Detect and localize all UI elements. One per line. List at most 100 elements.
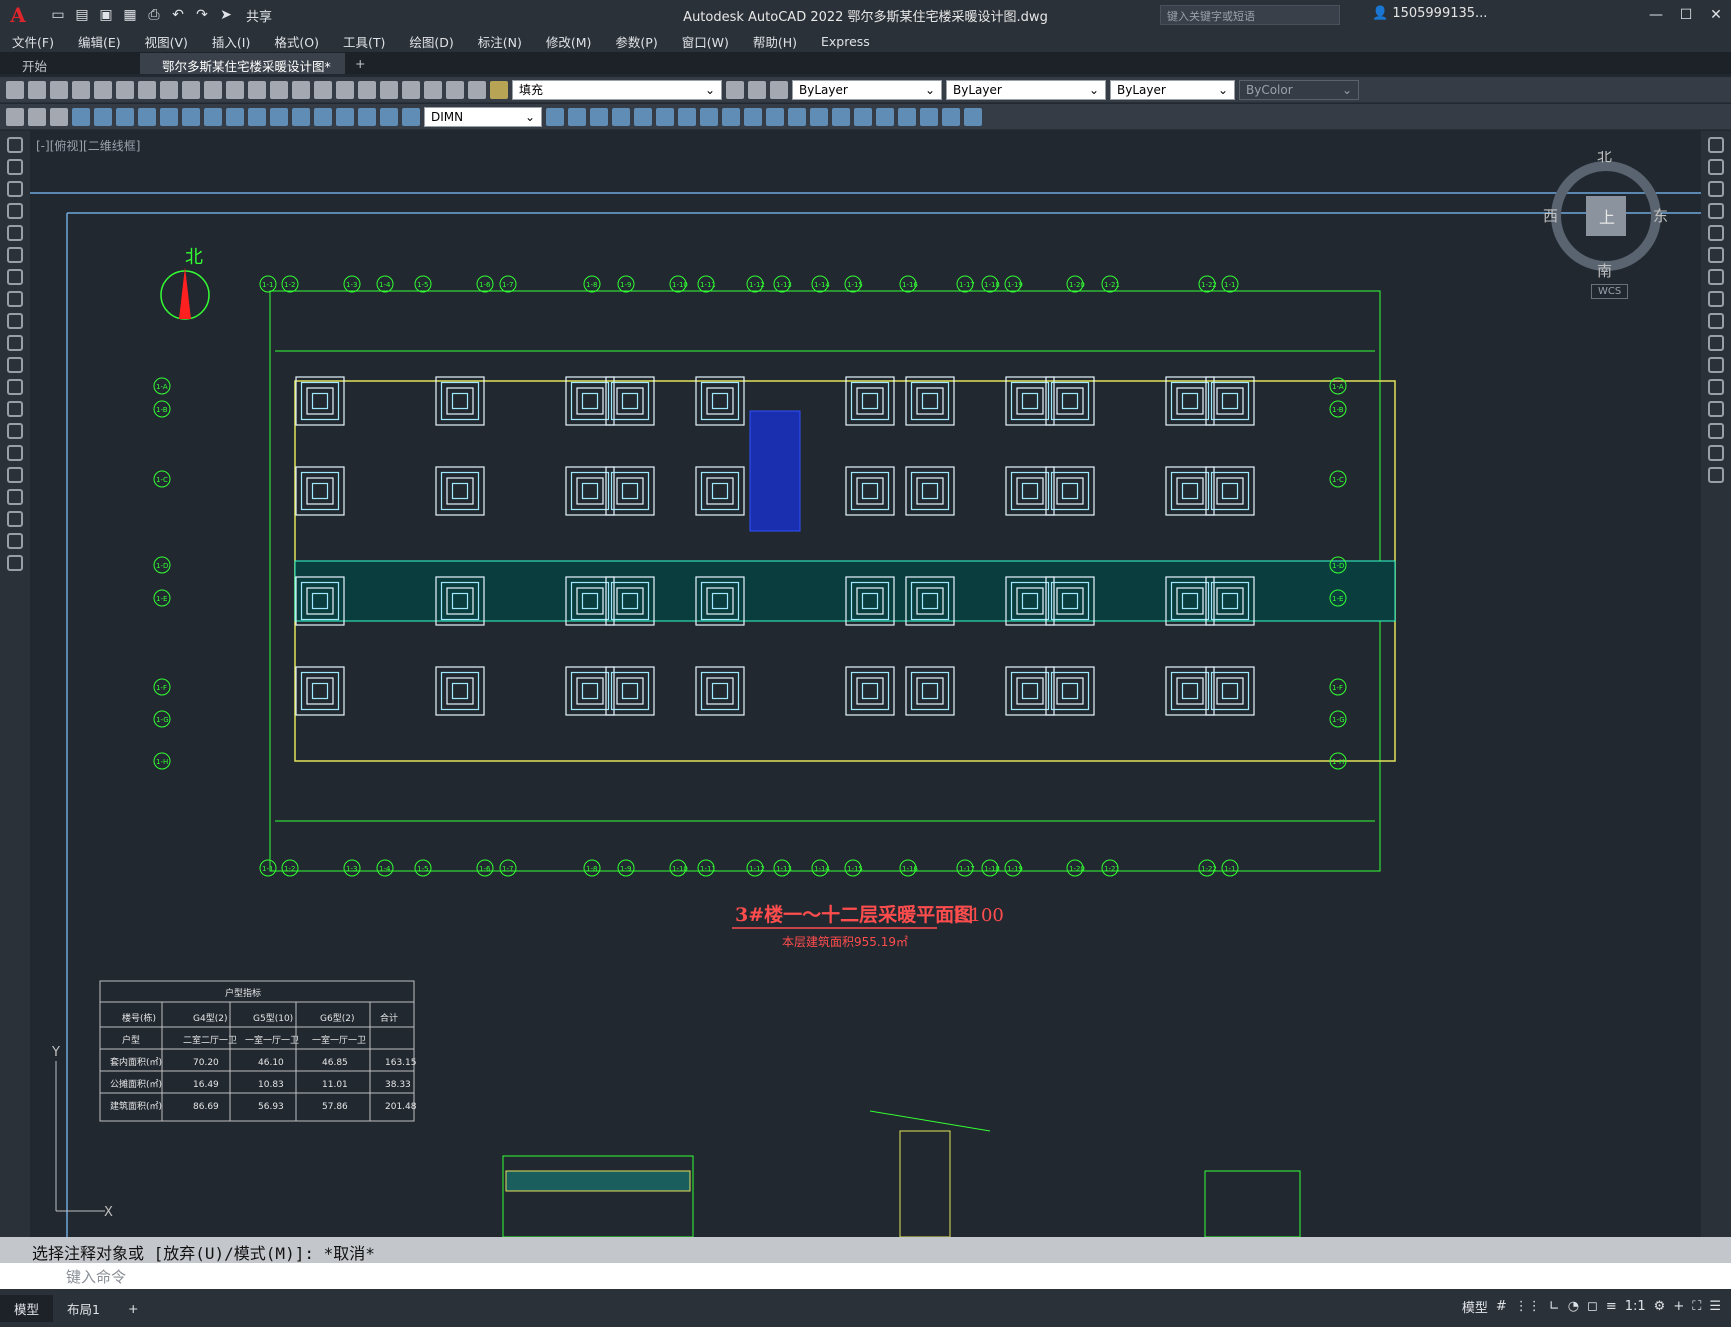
tool-icon[interactable]: [380, 80, 398, 99]
save-icon[interactable]: ▣: [96, 5, 116, 25]
modify-icon[interactable]: [942, 107, 960, 126]
menu-format[interactable]: 格式(O): [262, 32, 331, 51]
polar-icon[interactable]: ◔: [1568, 1299, 1579, 1314]
add-layout-button[interactable]: +: [114, 1297, 152, 1320]
dimension-icon[interactable]: [380, 107, 398, 126]
add-selected-icon[interactable]: [7, 555, 23, 571]
dimension-icon[interactable]: [292, 107, 310, 126]
command-input[interactable]: 键入命令: [0, 1263, 1731, 1289]
minimize-icon[interactable]: —: [1641, 0, 1671, 30]
tool-icon[interactable]: [336, 80, 354, 99]
point-icon[interactable]: [7, 423, 23, 439]
circle-icon[interactable]: [7, 269, 23, 285]
tool-icon[interactable]: [402, 80, 420, 99]
make-block-icon[interactable]: [7, 401, 23, 417]
undo-icon[interactable]: ↶: [168, 5, 188, 25]
search-input[interactable]: 键入关键字或短语: [1160, 5, 1340, 25]
tool-icon[interactable]: [468, 80, 486, 99]
gear-icon[interactable]: ⚙: [1654, 1299, 1666, 1314]
dimension-icon[interactable]: [358, 107, 376, 126]
linetype-dropdown[interactable]: ByLayer ⌄: [946, 79, 1106, 100]
ellipse-icon[interactable]: [7, 335, 23, 351]
insert-block-icon[interactable]: [7, 379, 23, 395]
dimension-icon[interactable]: [116, 107, 134, 126]
share-button[interactable]: 共享: [246, 6, 272, 25]
tool-icon[interactable]: [94, 80, 112, 99]
viewcube[interactable]: 上 北 南 东 西 WCS: [1541, 147, 1671, 299]
dimension-icon[interactable]: [314, 107, 332, 126]
menu-edit[interactable]: 编辑(E): [66, 32, 133, 51]
modify-icon[interactable]: [744, 107, 762, 126]
user-account[interactable]: 👤 1505999135...: [1372, 6, 1487, 21]
menu-help[interactable]: 帮助(H): [741, 32, 809, 51]
tool-icon[interactable]: [50, 107, 68, 126]
color-dropdown[interactable]: ByLayer ⌄: [792, 79, 942, 100]
tool-icon[interactable]: [358, 80, 376, 99]
fullscreen-icon[interactable]: ⛶: [1692, 1299, 1701, 1314]
dimension-icon[interactable]: [248, 107, 266, 126]
construction-line-icon[interactable]: [7, 159, 23, 175]
close-icon[interactable]: ✕: [1701, 0, 1731, 30]
saveas-icon[interactable]: ▦: [120, 5, 140, 25]
modify-icon[interactable]: [590, 107, 608, 126]
modify-icon[interactable]: [612, 107, 630, 126]
app-logo[interactable]: A: [0, 0, 36, 30]
polygon-icon[interactable]: [7, 203, 23, 219]
dimension-icon[interactable]: [336, 107, 354, 126]
modify-icon[interactable]: [546, 107, 564, 126]
menu-window[interactable]: 窗口(W): [670, 32, 741, 51]
spline-icon[interactable]: [7, 313, 23, 329]
tool-icon[interactable]: [6, 80, 24, 99]
polyline-icon[interactable]: [7, 181, 23, 197]
tool-icon[interactable]: [50, 80, 68, 99]
tool-icon[interactable]: [314, 80, 332, 99]
region-icon[interactable]: [7, 489, 23, 505]
text-icon[interactable]: [7, 533, 23, 549]
chamfer-icon[interactable]: [1708, 423, 1724, 439]
dimstyle-dropdown[interactable]: DIMN ⌄: [424, 106, 542, 127]
share-icon[interactable]: ➤: [216, 5, 236, 25]
tool-icon[interactable]: [270, 80, 288, 99]
modify-icon[interactable]: [832, 107, 850, 126]
modify-icon[interactable]: [810, 107, 828, 126]
rectangle-icon[interactable]: [7, 225, 23, 241]
tool-icon[interactable]: [28, 80, 46, 99]
grid-icon[interactable]: #: [1496, 1299, 1507, 1314]
layer-state-icon[interactable]: [490, 80, 508, 99]
tool-icon[interactable]: [248, 80, 266, 99]
modify-icon[interactable]: [634, 107, 652, 126]
menu-express[interactable]: Express: [809, 34, 882, 49]
plot-icon[interactable]: ⎙: [144, 5, 164, 25]
tool-icon[interactable]: [446, 80, 464, 99]
menu-file[interactable]: 文件(F): [0, 32, 66, 51]
tool-icon[interactable]: [182, 80, 200, 99]
maximize-icon[interactable]: ☐: [1671, 0, 1701, 30]
modify-icon[interactable]: [788, 107, 806, 126]
hatch-icon[interactable]: [7, 445, 23, 461]
dimension-icon[interactable]: [270, 107, 288, 126]
trim-icon[interactable]: [1708, 335, 1724, 351]
dimension-icon[interactable]: [138, 107, 156, 126]
ortho-icon[interactable]: ∟: [1549, 1299, 1560, 1314]
modify-icon[interactable]: [920, 107, 938, 126]
fillet-icon[interactable]: [1708, 445, 1724, 461]
new-tab-button[interactable]: +: [345, 53, 375, 74]
stretch-icon[interactable]: [1708, 313, 1724, 329]
tool-icon[interactable]: [726, 80, 744, 99]
modify-icon[interactable]: [898, 107, 916, 126]
model-space-button[interactable]: 模型: [1462, 1297, 1488, 1316]
tab-start[interactable]: 开始: [0, 53, 140, 74]
revcloud-icon[interactable]: [7, 291, 23, 307]
erase-icon[interactable]: [1708, 137, 1724, 153]
redo-icon[interactable]: ↷: [192, 5, 212, 25]
open-icon[interactable]: ▤: [72, 5, 92, 25]
ellipse-arc-icon[interactable]: [7, 357, 23, 373]
join-icon[interactable]: [1708, 401, 1724, 417]
menu-view[interactable]: 视图(V): [133, 32, 200, 51]
dimension-icon[interactable]: [160, 107, 178, 126]
modify-icon[interactable]: [700, 107, 718, 126]
wcs-menu[interactable]: WCS: [1591, 284, 1629, 299]
tool-icon[interactable]: [292, 80, 310, 99]
break-icon[interactable]: [1708, 379, 1724, 395]
tool-icon[interactable]: [226, 80, 244, 99]
